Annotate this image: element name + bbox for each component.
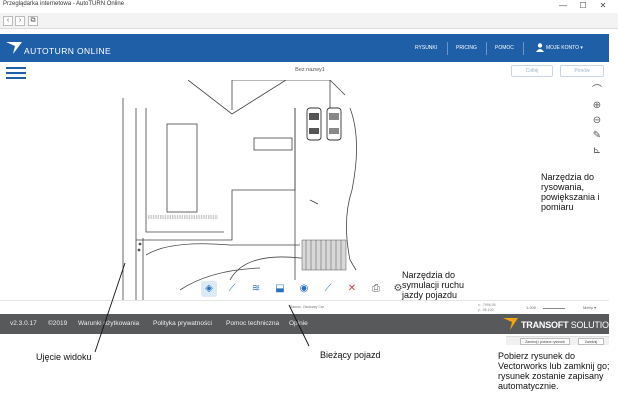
callout-current-vehicle: Bieżący pojazd <box>320 350 381 360</box>
callout-download-note: Pobierz rysunek do Vectorworks lub zamkn… <box>498 351 610 391</box>
callout-viewport: Ujęcie widoku <box>36 352 92 362</box>
screenshot-root: Przeglądarka internetowa - AutoTURN Onli… <box>0 0 618 408</box>
callout-lines <box>94 262 310 353</box>
callout-drawing-tools: Narzędzia do rysowania, powiększania i p… <box>541 172 600 212</box>
callout-vehicle-tools: Narzędzia do symulacji ruchu jazdy pojaz… <box>402 270 465 300</box>
